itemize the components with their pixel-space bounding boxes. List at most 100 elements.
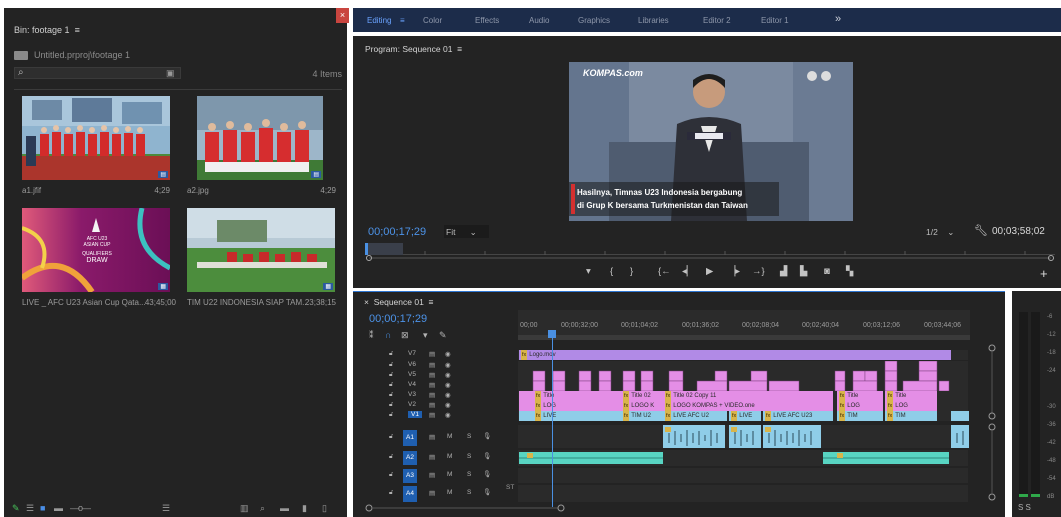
bin-item-a2-thumbnail[interactable]: ▤ <box>197 96 323 180</box>
go-to-out-icon[interactable]: →} <box>752 266 765 277</box>
timeline-clip-logo[interactable]: fx Logo.mov <box>519 350 951 360</box>
sequence-timecode[interactable]: 00;00;17;29 <box>369 313 427 325</box>
timeline-clip-video[interactable]: fx TIM <box>885 411 937 421</box>
sync-lock-icon[interactable]: ▤ <box>429 391 435 399</box>
timeline-clip-title[interactable]: fx Title <box>885 391 937 401</box>
panel-menu-icon[interactable]: ≡ <box>75 25 80 35</box>
eye-icon[interactable]: ◉ <box>445 350 451 358</box>
sync-lock-icon[interactable]: ▤ <box>429 489 435 497</box>
solo-button[interactable]: S <box>467 471 471 478</box>
add-marker-icon[interactable]: ▾ <box>423 330 428 341</box>
program-time-ruler[interactable] <box>365 243 1055 255</box>
bin-item-tim-thumbnail[interactable]: ▦ <box>187 208 335 292</box>
overwrite-icon[interactable]: ▙ <box>800 266 807 277</box>
timeline-clip-video[interactable]: fx LIVE <box>533 411 581 421</box>
lock-icon[interactable]: 🔓︎ <box>389 401 393 409</box>
playback-resolution[interactable]: 1/2 ⌄ <box>926 227 954 238</box>
track-header-v3[interactable]: 🔓︎ V3 ▤ ◉ <box>387 391 514 401</box>
new-bin-icon[interactable]: ▣ <box>166 68 175 79</box>
tab-graphics[interactable]: Graphics <box>578 16 610 25</box>
lock-icon[interactable]: 🔓︎ <box>389 453 393 461</box>
linked-selection-icon[interactable]: ⊠ <box>401 330 409 341</box>
new-item-icon[interactable]: ▮ <box>302 503 307 514</box>
tab-editing[interactable]: Editing <box>367 16 391 25</box>
microphone-icon[interactable]: 🎙︎ <box>483 432 491 440</box>
automate-icon[interactable]: ▥ <box>240 503 249 514</box>
tab-color[interactable]: Color <box>423 16 442 25</box>
comparison-view-icon[interactable]: ▚ <box>846 266 853 277</box>
timeline-clip-video[interactable] <box>581 411 621 421</box>
microphone-icon[interactable]: 🎙︎ <box>483 452 491 460</box>
more-workspaces-icon[interactable]: » <box>835 13 841 25</box>
insert-icon[interactable]: ▟ <box>780 266 787 277</box>
track-header-v6[interactable]: 🔓︎ V6 ▤ ◉ <box>387 361 514 371</box>
tab-editor-1[interactable]: Editor 1 <box>761 16 789 25</box>
program-monitor-title[interactable]: Program: Sequence 01 ≡ <box>365 44 462 54</box>
add-button-icon[interactable]: + <box>1040 266 1048 281</box>
eye-icon[interactable]: ◉ <box>445 411 451 419</box>
snap-icon[interactable]: ∩ <box>385 330 391 340</box>
timeline-clip-logo[interactable]: fx LOGO K <box>621 401 663 411</box>
program-timecode[interactable]: 00;00;17;29 <box>368 226 426 238</box>
sync-lock-icon[interactable]: ▤ <box>429 453 435 461</box>
solo-button[interactable]: S <box>467 453 471 460</box>
lock-icon[interactable]: 🔓︎ <box>389 371 393 379</box>
lock-icon[interactable]: 🔓︎ <box>389 350 393 358</box>
timeline-clip-title[interactable]: fx Title <box>837 391 883 401</box>
nest-icon[interactable]: ⁑ <box>369 330 374 341</box>
icon-view-icon[interactable]: ■ <box>40 503 45 513</box>
timeline-clip-video[interactable] <box>951 411 969 421</box>
step-forward-icon[interactable]: ▕▸ <box>728 266 740 277</box>
program-video-frame[interactable]: KOMPAS.com Hasilnya, Timnas U23 Indonesi… <box>569 62 853 221</box>
tab-editor-2[interactable]: Editor 2 <box>703 16 731 25</box>
audio-clips-a1[interactable] <box>519 425 969 448</box>
timeline-clip-video[interactable]: fx LIVE <box>729 411 761 421</box>
sync-lock-icon[interactable]: ▤ <box>429 350 435 358</box>
zoom-slider[interactable]: —o— <box>70 503 91 513</box>
tab-effects[interactable]: Effects <box>475 16 499 25</box>
sync-lock-icon[interactable]: ▤ <box>429 411 435 419</box>
timeline-clip-logo[interactable]: fx LOG <box>837 401 883 411</box>
sync-lock-icon[interactable]: ▤ <box>429 371 435 379</box>
sync-lock-icon[interactable]: ▤ <box>429 381 435 389</box>
lock-icon[interactable]: 🔓︎ <box>389 391 393 399</box>
add-marker-icon[interactable]: ▾ <box>586 266 591 277</box>
timeline-clip-title[interactable]: fx Title 02 Copy 11 <box>663 391 833 401</box>
close-icon[interactable]: × <box>364 297 369 307</box>
timeline-clip-logo[interactable] <box>519 401 533 411</box>
track-header-a3[interactable]: 🔓︎ A3 ▤ M S 🎙︎ <box>387 469 514 483</box>
freeform-view-icon[interactable]: ▬ <box>54 503 63 513</box>
sort-icon[interactable]: ☰ <box>162 503 170 514</box>
track-header-v1[interactable]: 🔓︎ V1 ▤ ◉ <box>387 411 514 421</box>
mute-button[interactable]: M <box>447 433 452 440</box>
eye-icon[interactable]: ◉ <box>445 401 451 409</box>
sync-lock-icon[interactable]: ▤ <box>429 361 435 369</box>
step-back-icon[interactable]: ◂▏ <box>682 266 694 277</box>
eye-icon[interactable]: ◉ <box>445 381 451 389</box>
microphone-icon[interactable]: 🎙︎ <box>483 470 491 478</box>
timeline-vertical-scrollbar[interactable] <box>987 313 997 513</box>
tab-audio[interactable]: Audio <box>529 16 549 25</box>
timeline-clip-title[interactable] <box>581 391 621 401</box>
timeline-clip-logo[interactable]: fx LOGO KOMPAS + VIDEO.one <box>663 401 833 411</box>
mark-out-icon[interactable]: } <box>630 266 633 277</box>
timeline-clip-logo[interactable]: fx LOG <box>885 401 937 411</box>
timeline-clip-video[interactable] <box>519 411 533 421</box>
track-header-v4[interactable]: 🔓︎ V4 ▤ ◉ <box>387 381 514 391</box>
track-lane-a3[interactable] <box>518 468 968 483</box>
camera-icon[interactable]: ◙ <box>824 266 830 277</box>
sync-lock-icon[interactable]: ▤ <box>429 433 435 441</box>
tab-editing-menu-icon[interactable]: ≡ <box>400 16 405 25</box>
track-header-v5[interactable]: 🔓︎ V5 ▤ ◉ <box>387 371 514 381</box>
bin-search-input[interactable] <box>14 67 181 79</box>
timeline-clip-logo[interactable]: fx LOG <box>533 401 581 411</box>
audio-clips-a2[interactable] <box>519 450 969 466</box>
solo-button[interactable]: S <box>467 433 471 440</box>
timeline-clip-title[interactable]: fx Title 02 <box>621 391 663 401</box>
pencil-icon[interactable]: ✎ <box>12 503 20 514</box>
sync-lock-icon[interactable]: ▤ <box>429 401 435 409</box>
solo-button[interactable]: S <box>467 489 471 496</box>
list-view-icon[interactable]: ☰ <box>26 503 34 514</box>
mute-button[interactable]: M <box>447 489 452 496</box>
program-scroll-bar[interactable] <box>365 255 1055 261</box>
